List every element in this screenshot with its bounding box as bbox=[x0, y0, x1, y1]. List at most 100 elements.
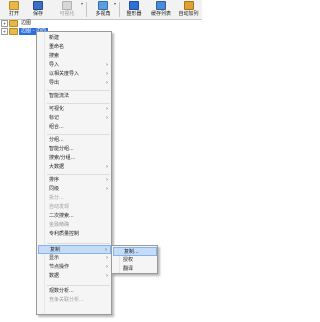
menu-item-label: 同级 bbox=[49, 186, 60, 192]
menu-item-rename[interactable]: 重命名 bbox=[38, 43, 111, 52]
draw-label: 可视化 bbox=[59, 11, 75, 17]
menu-item-search-group[interactable]: 搜索/分组... bbox=[38, 154, 111, 163]
menu-separator bbox=[47, 90, 110, 91]
menu-item-split[interactable]: 拆分... bbox=[38, 194, 111, 203]
menu-item-label: 金融精确 bbox=[49, 222, 70, 228]
menu-item-smart-flow[interactable]: 智能流法 bbox=[38, 92, 111, 101]
toolbar-separator bbox=[119, 2, 120, 17]
menu-item-same-level[interactable]: 同级 › bbox=[38, 185, 111, 194]
open-folder-icon bbox=[9, 1, 19, 10]
submenu-arrow-icon: › bbox=[106, 186, 108, 192]
folder-icon bbox=[9, 28, 18, 35]
menu-item-visualize[interactable]: 可视化 › bbox=[38, 105, 111, 114]
save-label: 保存 bbox=[32, 11, 43, 17]
filter-icon bbox=[129, 1, 139, 10]
submenu-arrow-icon: › bbox=[106, 264, 108, 270]
menu-item-node-ops[interactable]: 节点操作 › bbox=[38, 263, 111, 272]
menu-item-patent-quality[interactable]: 专利质量控制 bbox=[38, 230, 111, 239]
menu-item-label: 组合... bbox=[49, 124, 64, 130]
menu-item-new[interactable]: 新建 bbox=[38, 34, 111, 43]
folder-icon bbox=[9, 20, 18, 27]
menu-item-label: 智能流法 bbox=[49, 93, 70, 99]
menu-item-label: 专利质量控制 bbox=[49, 231, 80, 237]
copy-submenu: 复制... 授权 翻译 bbox=[111, 245, 158, 274]
auto-layout-label: 自动加列 bbox=[178, 11, 199, 17]
menu-item-label: 节点操作 bbox=[49, 264, 70, 270]
draw-button[interactable]: 可视化 bbox=[52, 0, 82, 19]
submenu-arrow-icon: › bbox=[106, 80, 108, 86]
menu-item-auto-discover[interactable]: 自动发现 bbox=[38, 203, 111, 212]
menu-item-group[interactable]: 分组... bbox=[38, 136, 111, 145]
menu-item-big-data[interactable]: 大数据 › bbox=[38, 163, 111, 172]
submenu-item-translate[interactable]: 翻译 bbox=[113, 265, 157, 274]
tree-node-label: 边图 bbox=[21, 20, 32, 26]
submenu-item-label: 授权 bbox=[123, 257, 134, 263]
menu-separator bbox=[47, 243, 110, 244]
filter-label: 整形器 bbox=[126, 11, 142, 17]
filter-button[interactable]: 整形器 bbox=[122, 0, 146, 19]
menu-item-label: 显示 bbox=[49, 255, 60, 261]
multi-view-label: 多视角 bbox=[95, 11, 111, 17]
menu-item-label: 观数分析... bbox=[49, 288, 74, 294]
toolbar-separator bbox=[86, 2, 87, 17]
multi-view-icon bbox=[98, 1, 108, 10]
save-button[interactable]: 保存 bbox=[27, 0, 49, 19]
menu-item-search[interactable]: 搜索 bbox=[38, 52, 111, 61]
menu-item-label: 重命名 bbox=[49, 44, 65, 50]
submenu-arrow-icon: › bbox=[106, 115, 108, 121]
open-label: 打开 bbox=[8, 11, 19, 17]
menu-item-label: 分组... bbox=[49, 137, 64, 143]
menu-item-import-related[interactable]: 以相关度导入 › bbox=[38, 70, 111, 79]
multi-view-button[interactable]: 多视角 bbox=[90, 0, 116, 19]
menu-item-smart-group[interactable]: 智能分组... bbox=[38, 145, 111, 154]
chart-icon bbox=[62, 1, 72, 10]
auto-layout-button[interactable]: 自动加列 bbox=[176, 0, 201, 19]
menu-item-label: 搜索 bbox=[49, 53, 60, 59]
list-icon bbox=[156, 1, 166, 10]
multi-view-dropdown-icon[interactable]: ▾ bbox=[114, 1, 116, 6]
submenu-arrow-icon: › bbox=[106, 164, 108, 170]
submenu-item-label: 翻译 bbox=[123, 266, 134, 272]
menu-item-label: 导入 bbox=[49, 62, 60, 68]
menu-item-label: 大数据 bbox=[49, 164, 65, 170]
menu-item-label: 可视化 bbox=[49, 106, 65, 112]
menu-separator bbox=[47, 174, 110, 175]
cache-list-label: 缓存列表 bbox=[150, 11, 171, 17]
submenu-arrow-icon: › bbox=[106, 273, 108, 279]
draw-dropdown-icon[interactable]: ▾ bbox=[81, 1, 83, 6]
submenu-arrow-icon: › bbox=[106, 71, 108, 77]
menu-item-secondary-search[interactable]: 二次搜索... bbox=[38, 212, 111, 221]
menu-item-label: 数据 bbox=[49, 273, 60, 279]
menu-item-combine[interactable]: 组合... bbox=[38, 123, 111, 132]
menu-item-label: 标记 bbox=[49, 115, 60, 121]
cache-list-button[interactable]: 缓存列表 bbox=[148, 0, 174, 19]
menu-item-export[interactable]: 导出 › bbox=[38, 79, 111, 88]
menu-separator bbox=[47, 285, 110, 286]
menu-item-copy[interactable]: 复制 › bbox=[38, 245, 111, 254]
expand-icon[interactable]: + bbox=[1, 20, 8, 27]
toolbar: 打开 保存 可视化 ▾ 多视角 ▾ 整形器 缓存列表 自动加列 bbox=[0, 0, 202, 20]
menu-item-label: 智能分组... bbox=[49, 146, 74, 152]
menu-item-sort[interactable]: 排序 › bbox=[38, 176, 111, 185]
auto-layout-icon bbox=[183, 1, 194, 10]
menu-item-data[interactable]: 数据 › bbox=[38, 272, 111, 281]
menu-item-finance-precise[interactable]: 金融精确 bbox=[38, 221, 111, 230]
submenu-arrow-icon: › bbox=[106, 255, 108, 261]
expand-icon[interactable]: + bbox=[1, 28, 8, 35]
menu-item-mark[interactable]: 标记 › bbox=[38, 114, 111, 123]
menu-item-label: 新建 bbox=[49, 35, 60, 41]
menu-item-label: 竞争关联分析... bbox=[49, 297, 84, 303]
menu-item-import[interactable]: 导入 › bbox=[38, 61, 111, 70]
submenu-item-copy[interactable]: 复制... bbox=[113, 247, 157, 256]
menu-item-label: 导出 bbox=[49, 80, 60, 86]
submenu-arrow-icon: › bbox=[106, 106, 108, 112]
menu-item-analysis[interactable]: 观数分析... bbox=[38, 287, 111, 296]
submenu-item-authorize[interactable]: 授权 bbox=[113, 256, 157, 265]
menu-item-label: 拆分... bbox=[49, 195, 64, 201]
menu-separator bbox=[47, 134, 110, 135]
submenu-arrow-icon: › bbox=[106, 62, 108, 68]
menu-item-label: 二次搜索... bbox=[49, 213, 74, 219]
menu-item-competitor-analysis[interactable]: 竞争关联分析... bbox=[38, 296, 111, 305]
open-button[interactable]: 打开 bbox=[3, 0, 25, 19]
menu-item-display[interactable]: 显示 › bbox=[38, 254, 111, 263]
